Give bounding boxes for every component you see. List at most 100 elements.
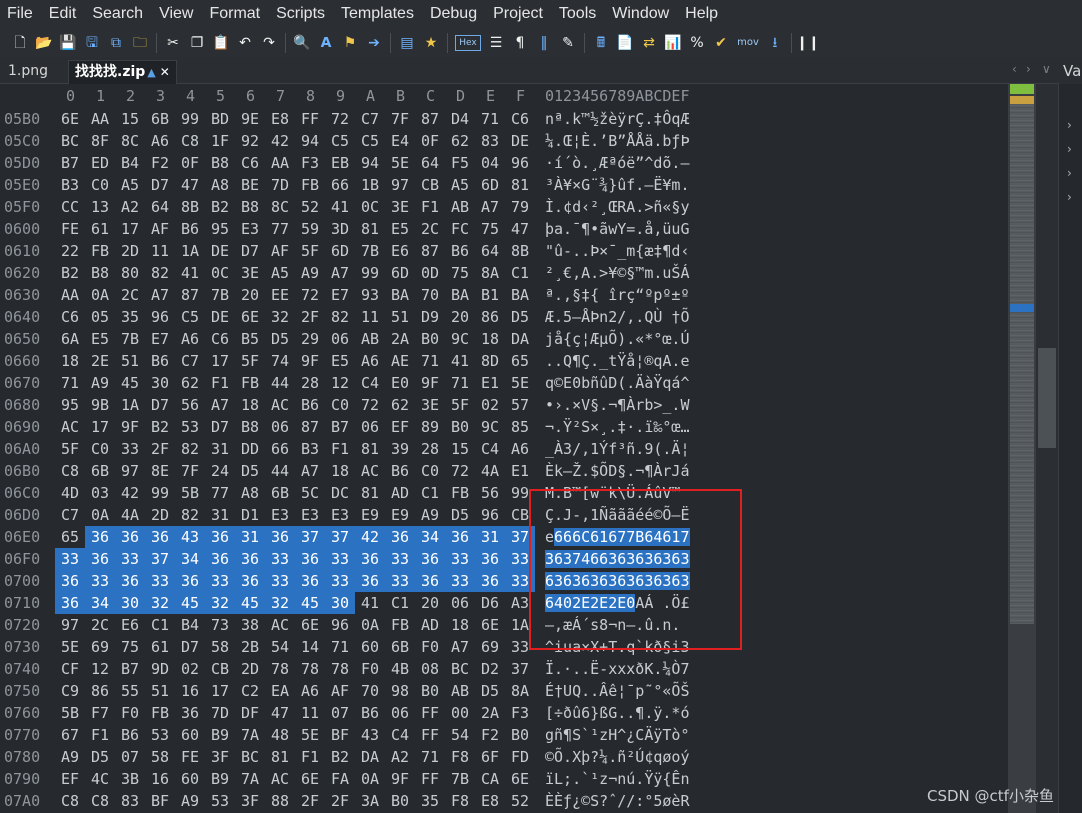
hex-byte[interactable]: C8 [55, 790, 85, 812]
hex-byte[interactable]: 60 [355, 636, 385, 658]
hex-byte[interactable]: 6D [385, 262, 415, 284]
hex-byte[interactable]: 45 [175, 592, 205, 614]
ascii-text[interactable]: q©E0bñûD(.ÄàŸqá^ [545, 372, 690, 394]
hex-byte[interactable]: 75 [115, 636, 145, 658]
hex-byte[interactable]: 00 [445, 702, 475, 724]
menu-help[interactable]: Help [677, 0, 726, 28]
hex-byte[interactable]: 71 [415, 746, 445, 768]
hex-byte[interactable]: 6E [505, 768, 535, 790]
hex-byte[interactable]: 28 [415, 438, 445, 460]
hex-byte[interactable]: 33 [505, 636, 535, 658]
percent-icon[interactable]: % [688, 34, 706, 52]
menu-edit[interactable]: Edit [41, 0, 85, 28]
hex-byte[interactable]: 71 [475, 108, 505, 130]
hex-byte[interactable]: 9B [85, 394, 115, 416]
hex-byte[interactable]: FA [325, 768, 355, 790]
hex-byte[interactable]: B0 [415, 328, 445, 350]
hex-byte[interactable]: 2D [115, 240, 145, 262]
replace-icon[interactable]: 𝗔 [317, 34, 335, 52]
hex-byte[interactable]: AB [445, 680, 475, 702]
hex-byte[interactable]: D5 [475, 680, 505, 702]
hex-byte[interactable]: B8 [85, 262, 115, 284]
hex-byte[interactable]: D7 [175, 636, 205, 658]
hex-byte[interactable]: C7 [355, 108, 385, 130]
calculator-icon[interactable]: 🖩 [592, 34, 610, 52]
hex-byte[interactable]: DF [235, 702, 265, 724]
hex-byte[interactable]: 22 [55, 240, 85, 262]
hex-byte[interactable]: 6A [55, 328, 85, 350]
hex-byte[interactable]: C2 [235, 680, 265, 702]
hex-byte[interactable]: 62 [385, 394, 415, 416]
hex-byte[interactable]: 06 [325, 328, 355, 350]
hex-byte[interactable]: AD [415, 614, 445, 636]
hex-byte[interactable]: 37 [505, 526, 535, 548]
hex-byte[interactable]: B6 [355, 702, 385, 724]
hex-byte[interactable]: 06 [385, 702, 415, 724]
hex-byte[interactable]: 74 [265, 350, 295, 372]
hex-byte[interactable]: C4 [385, 724, 415, 746]
hex-byte[interactable]: 47 [265, 702, 295, 724]
ascii-text[interactable]: ³À¥×G¨¾}ûf.—Ë¥m. [545, 174, 690, 196]
ascii-text[interactable]: ©Õ.Xþ?¼.ñ²Ú¢qøoý [545, 746, 690, 768]
hex-byte[interactable]: 33 [505, 548, 535, 570]
hex-byte[interactable]: A5 [115, 174, 145, 196]
hex-byte[interactable]: 8B [175, 196, 205, 218]
hex-byte[interactable]: 60 [175, 768, 205, 790]
hex-byte[interactable]: C0 [325, 394, 355, 416]
hex-byte[interactable]: 1B [355, 174, 385, 196]
hex-byte[interactable]: 6B [85, 460, 115, 482]
hex-byte[interactable]: F7 [85, 702, 115, 724]
hex-byte[interactable]: B6 [445, 240, 475, 262]
open-project-icon[interactable]: 🗀 [131, 34, 149, 52]
hex-byte[interactable]: 18 [445, 614, 475, 636]
hex-byte[interactable]: 16 [145, 768, 175, 790]
hex-byte[interactable]: 7B [205, 284, 235, 306]
hex-byte[interactable]: 66 [265, 438, 295, 460]
hex-byte[interactable]: F8 [445, 746, 475, 768]
menu-window[interactable]: Window [604, 0, 677, 28]
hex-byte[interactable]: 8D [475, 350, 505, 372]
hex-byte[interactable]: 64 [475, 240, 505, 262]
find-in-files-icon[interactable]: ⚑ [341, 34, 359, 52]
hex-byte[interactable]: A3 [505, 592, 535, 614]
hex-byte[interactable]: 9F [415, 372, 445, 394]
hex-byte[interactable]: B2 [205, 196, 235, 218]
hex-byte[interactable]: DE [505, 130, 535, 152]
hex-byte[interactable]: 53 [205, 790, 235, 812]
hex-byte[interactable]: 7D [265, 174, 295, 196]
hex-byte[interactable]: C6 [55, 306, 85, 328]
hex-byte[interactable]: 37 [145, 548, 175, 570]
hex-byte[interactable]: 6E [475, 614, 505, 636]
hex-row[interactable]: 0690 AC 17 9F B2 53 D7 B8 06 87 B7 06 EF 89 B0 9C 85 ¬.Ÿ²… [0, 416, 1008, 438]
hex-byte[interactable]: 9C [475, 416, 505, 438]
hex-byte[interactable]: 41 [445, 350, 475, 372]
tab-list-icon[interactable]: ∨ [1042, 62, 1051, 76]
hex-byte[interactable]: 36 [145, 526, 175, 548]
hex-byte[interactable]: 17 [85, 416, 115, 438]
hex-byte[interactable]: 72 [325, 108, 355, 130]
hex-byte[interactable]: CA [475, 768, 505, 790]
hex-byte[interactable]: 47 [505, 218, 535, 240]
hex-byte[interactable]: 33 [265, 570, 295, 592]
menu-templates[interactable]: Templates [333, 0, 422, 28]
hex-row[interactable]: 06F0 33 36 33 37 34 36 36 33 36 33 36 33 36 33 36 33 3637… [0, 548, 1008, 570]
hex-byte[interactable]: 1F [205, 130, 235, 152]
save-all-icon[interactable]: ⧉ [107, 34, 125, 52]
hex-byte[interactable]: 66 [325, 174, 355, 196]
hex-byte[interactable]: F1 [295, 746, 325, 768]
hex-byte[interactable]: C8 [85, 790, 115, 812]
hex-byte[interactable]: C1 [385, 592, 415, 614]
hex-byte[interactable]: E1 [475, 372, 505, 394]
hex-byte[interactable]: 33 [115, 438, 145, 460]
hex-byte[interactable]: 36 [475, 548, 505, 570]
hex-byte[interactable]: 0A [355, 768, 385, 790]
hex-byte[interactable]: D1 [235, 504, 265, 526]
hex-byte[interactable]: 6B [385, 636, 415, 658]
hex-byte[interactable]: 36 [415, 570, 445, 592]
hex-byte[interactable]: 71 [325, 636, 355, 658]
expand-arrow-icon[interactable]: › [1067, 190, 1072, 204]
variables-panel-title[interactable]: Va [1059, 58, 1082, 84]
hex-byte[interactable]: 92 [235, 130, 265, 152]
hex-byte[interactable]: 20 [235, 284, 265, 306]
hex-byte[interactable]: B9 [205, 724, 235, 746]
